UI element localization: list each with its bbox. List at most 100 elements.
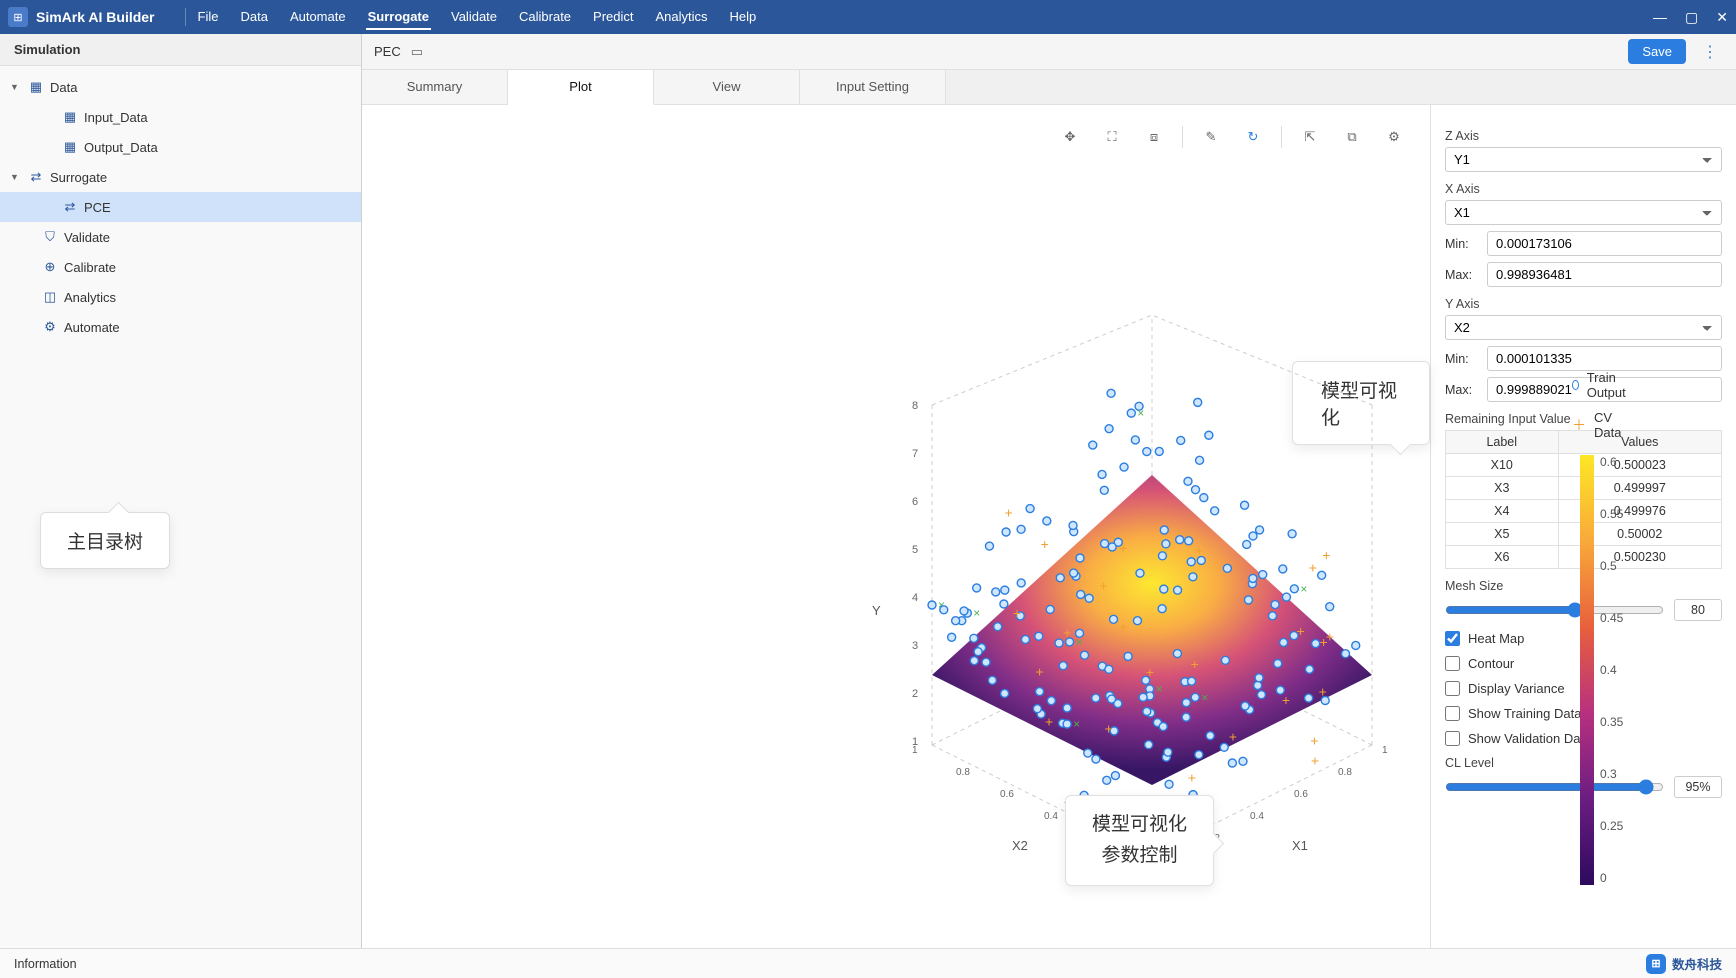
rotate-icon[interactable]: ↻ bbox=[1239, 123, 1267, 151]
y-min-input[interactable] bbox=[1487, 346, 1722, 371]
colorbar-tick: 0.35 bbox=[1600, 715, 1623, 729]
app-logo-icon: ⊞ bbox=[8, 7, 28, 27]
tab-summary[interactable]: Summary bbox=[362, 70, 508, 104]
menu-item-automate[interactable]: Automate bbox=[288, 5, 348, 30]
svg-text:0.8: 0.8 bbox=[1338, 767, 1352, 778]
svg-text:2: 2 bbox=[912, 688, 918, 700]
svg-text:+: + bbox=[1229, 729, 1237, 745]
svg-text:+: + bbox=[1309, 560, 1317, 576]
svg-text:+: + bbox=[1191, 656, 1199, 672]
pan-icon[interactable]: ✥ bbox=[1056, 123, 1084, 151]
minimize-icon[interactable]: — bbox=[1653, 9, 1667, 26]
colorbar-tick: 0.3 bbox=[1600, 767, 1623, 781]
statusbar: Information ⊞ 数舟科技 bbox=[0, 948, 1736, 978]
tree-node-pce[interactable]: ⇄ PCE bbox=[0, 192, 361, 222]
tab-input-setting[interactable]: Input Setting bbox=[800, 70, 946, 104]
tree-node-analytics[interactable]: ◫ Analytics bbox=[0, 282, 361, 312]
colorbar-tick: 0.55 bbox=[1600, 507, 1623, 521]
tree-node-calibrate[interactable]: ⊕ Calibrate bbox=[0, 252, 361, 282]
svg-text:0.4: 0.4 bbox=[1044, 811, 1058, 822]
settings-icon[interactable]: ⚙ bbox=[1380, 123, 1408, 151]
svg-text:5: 5 bbox=[912, 544, 918, 556]
titlebar: ⊞ SimArk AI Builder File Data Automate Surr… bbox=[0, 0, 1736, 34]
menu-item-help[interactable]: Help bbox=[728, 5, 759, 30]
sidebar-title: Simulation bbox=[0, 34, 361, 66]
z-axis-select[interactable]: Y1 bbox=[1445, 147, 1722, 172]
svg-text:×: × bbox=[1201, 690, 1208, 704]
grid-icon: ▦ bbox=[62, 139, 78, 155]
tree-node-validate[interactable]: ⛉ Validate bbox=[0, 222, 361, 252]
callout-params: 模型可视化参数控制 bbox=[1065, 795, 1214, 886]
export-icon[interactable]: ⇱ bbox=[1296, 123, 1324, 151]
plus-marker-icon: ＋ bbox=[1572, 420, 1586, 430]
svg-text:6: 6 bbox=[912, 496, 918, 508]
svg-text:+: + bbox=[1005, 505, 1013, 521]
colorbar: 0.60.550.50.450.40.350.30.250 bbox=[1580, 455, 1623, 885]
statusbar-info[interactable]: Information bbox=[14, 957, 77, 971]
menu-item-analytics[interactable]: Analytics bbox=[654, 5, 710, 30]
tree-label: Data bbox=[50, 80, 77, 95]
tree-label: Input_Data bbox=[84, 110, 148, 125]
app-title: SimArk AI Builder bbox=[36, 9, 155, 25]
maximize-icon[interactable]: ▢ bbox=[1685, 9, 1698, 26]
tree-label: Validate bbox=[64, 230, 110, 245]
save-button[interactable]: Save bbox=[1628, 39, 1686, 64]
main: PEC ▭ Save ⋮ SummaryPlotViewInput Settin… bbox=[362, 34, 1736, 948]
tree-label: Output_Data bbox=[84, 140, 158, 155]
svg-text:+: + bbox=[1311, 753, 1319, 769]
tab-view[interactable]: View bbox=[654, 70, 800, 104]
colorbar-tick: 0 bbox=[1600, 871, 1623, 885]
book-icon[interactable]: ▭ bbox=[411, 44, 423, 60]
x-axis-select[interactable]: X1 bbox=[1445, 200, 1722, 225]
menu-item-file[interactable]: File bbox=[196, 5, 221, 30]
svg-text:+: + bbox=[1146, 664, 1154, 680]
svg-text:+: + bbox=[1119, 540, 1127, 556]
tree-node-output-data[interactable]: ▦ Output_Data bbox=[0, 132, 361, 162]
chevron-down-icon[interactable]: ▼ bbox=[10, 82, 22, 92]
tree-node-data[interactable]: ▼ ▦ Data bbox=[0, 72, 361, 102]
legend-item-train: Train Output bbox=[1572, 370, 1629, 400]
x-min-input[interactable] bbox=[1487, 231, 1722, 256]
tabs: SummaryPlotViewInput Setting bbox=[362, 70, 1736, 105]
plot-area: ✥ ⛶ ⧈ ✎ ↻ ⇱ ⧉ ⚙ 模型可视化 Train Output bbox=[362, 105, 1430, 948]
svg-text:×: × bbox=[1300, 582, 1307, 596]
y-axis-label: Y Axis bbox=[1445, 297, 1722, 311]
more-icon[interactable]: ⋮ bbox=[1696, 42, 1724, 62]
main-toolbar: PEC ▭ Save ⋮ bbox=[362, 34, 1736, 70]
tree-node-automate[interactable]: ⚙ Automate bbox=[0, 312, 361, 342]
copy-icon[interactable]: ⧉ bbox=[1338, 123, 1366, 151]
zoom-out-icon[interactable]: ⧈ bbox=[1140, 123, 1168, 151]
svg-text:7: 7 bbox=[912, 448, 918, 460]
svg-text:×: × bbox=[1076, 635, 1083, 649]
menu-item-data[interactable]: Data bbox=[238, 5, 269, 30]
menu-item-validate[interactable]: Validate bbox=[449, 5, 499, 30]
cl-level-value[interactable]: 95% bbox=[1674, 776, 1722, 798]
menu-item-predict[interactable]: Predict bbox=[591, 5, 635, 30]
svg-text:4: 4 bbox=[912, 592, 918, 604]
svg-text:+: + bbox=[1310, 733, 1318, 749]
lasso-icon[interactable]: ✎ bbox=[1197, 123, 1225, 151]
colorbar-tick: 0.45 bbox=[1600, 611, 1623, 625]
colorbar-tick: 0.5 bbox=[1600, 559, 1623, 573]
close-icon[interactable]: ✕ bbox=[1716, 9, 1728, 26]
tree-node-input-data[interactable]: ▦ Input_Data bbox=[0, 102, 361, 132]
mesh-size-value[interactable]: 80 bbox=[1674, 599, 1722, 621]
tab-plot[interactable]: Plot bbox=[508, 70, 654, 105]
svg-text:X1: X1 bbox=[1292, 838, 1308, 853]
tree-node-surrogate[interactable]: ▼ ⇄ Surrogate bbox=[0, 162, 361, 192]
menu-item-calibrate[interactable]: Calibrate bbox=[517, 5, 573, 30]
menu-item-surrogate[interactable]: Surrogate bbox=[366, 5, 431, 30]
colorbar-tick: 0.25 bbox=[1600, 819, 1623, 833]
svg-text:0.6: 0.6 bbox=[1294, 789, 1308, 800]
chevron-down-icon[interactable]: ▼ bbox=[10, 172, 22, 182]
svg-text:+: + bbox=[1105, 720, 1113, 736]
colorbar-gradient bbox=[1580, 455, 1594, 885]
x-max-input[interactable] bbox=[1487, 262, 1722, 287]
svg-text:+: + bbox=[1036, 664, 1044, 680]
circle-marker-icon bbox=[1572, 380, 1579, 390]
tree-label: Calibrate bbox=[64, 260, 116, 275]
tree-label: Automate bbox=[64, 320, 120, 335]
svg-text:3: 3 bbox=[912, 640, 918, 652]
svg-text:0.4: 0.4 bbox=[1250, 811, 1264, 822]
zoom-in-icon[interactable]: ⛶ bbox=[1098, 123, 1126, 151]
